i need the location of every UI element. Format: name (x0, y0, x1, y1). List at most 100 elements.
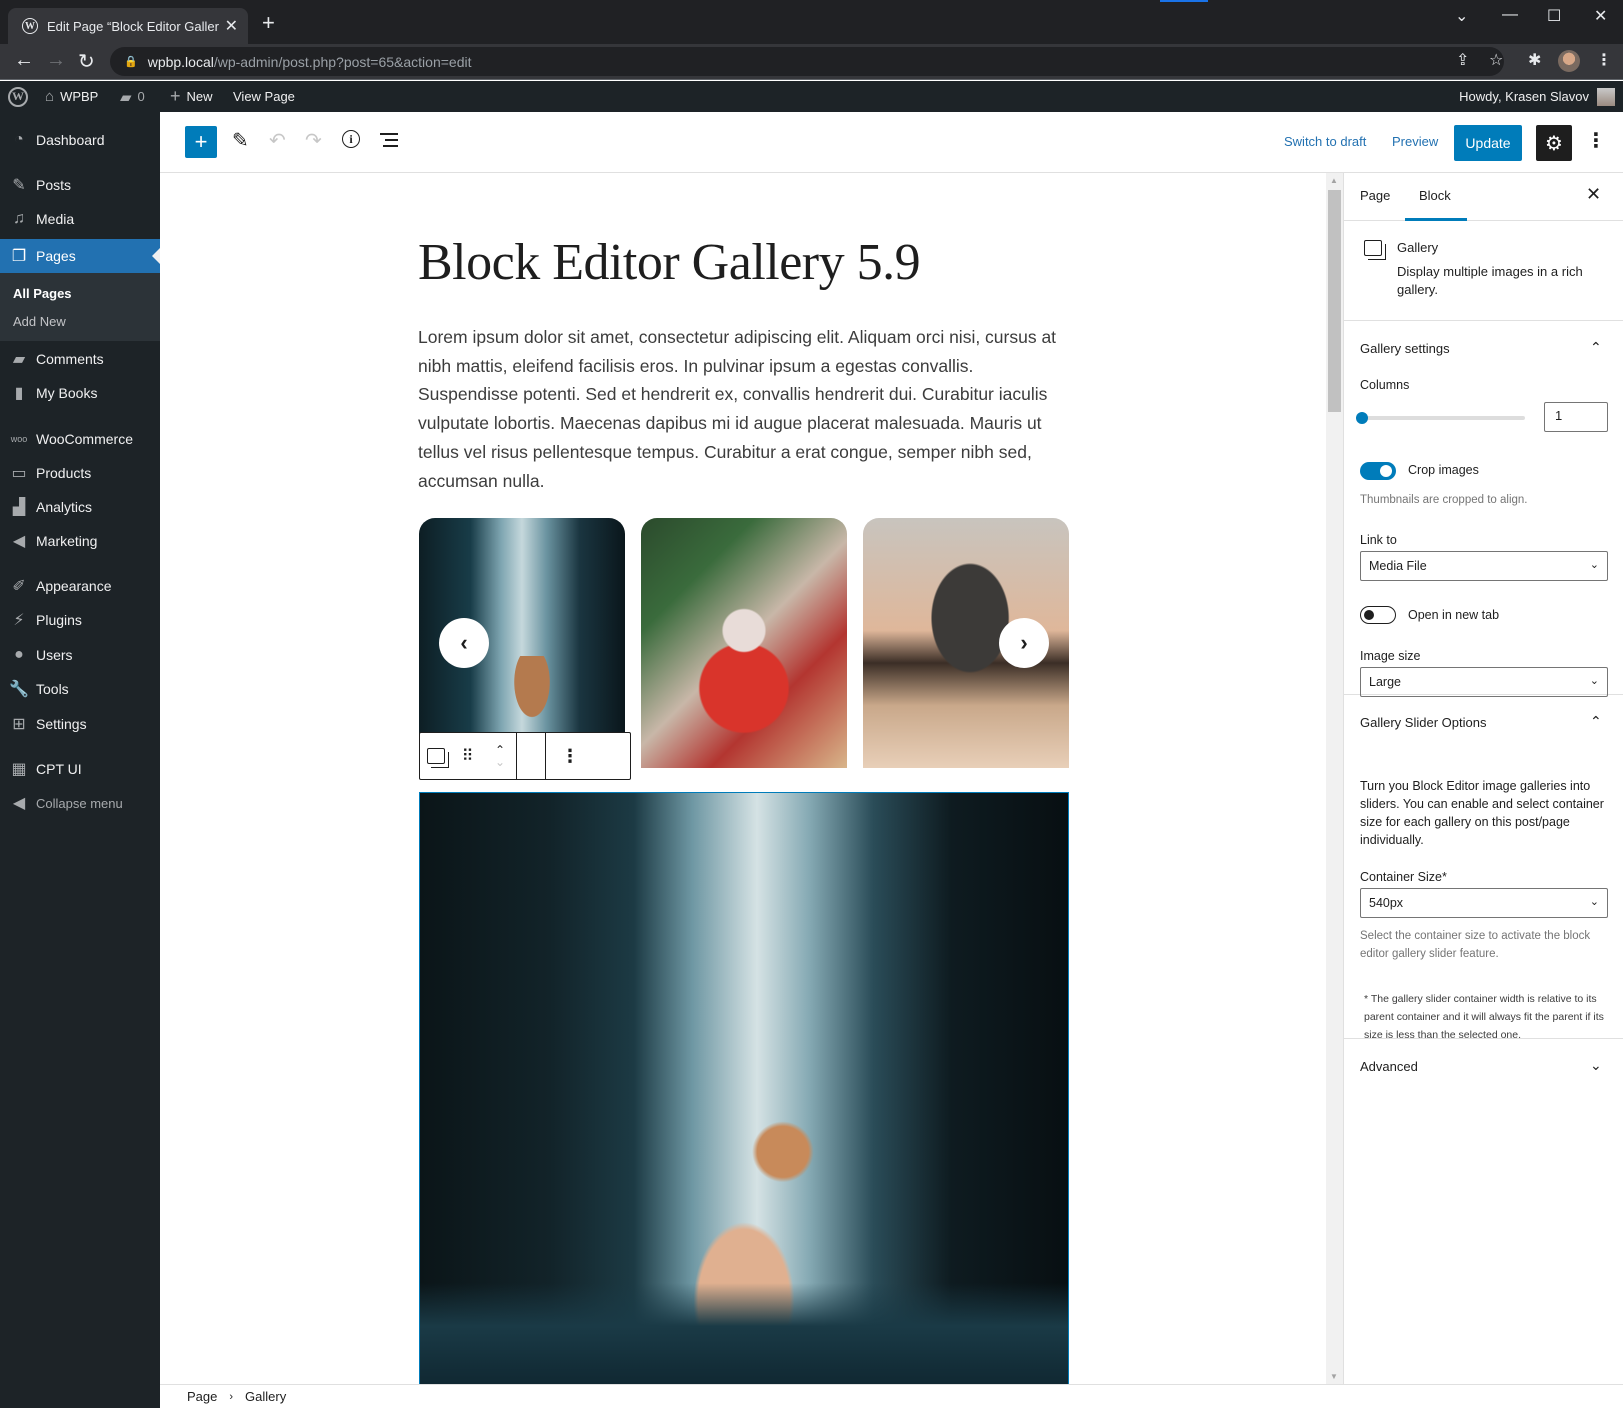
url-input[interactable]: 🔒 wpbp.local /wp-admin/post.php?post=65&… (110, 47, 1504, 76)
columns-input[interactable]: 1 (1544, 402, 1608, 432)
chevron-down-icon[interactable]: ⌄ (1590, 1057, 1602, 1074)
share-icon[interactable]: ⇪ (1456, 50, 1469, 70)
link-to-value: Media File (1369, 559, 1427, 573)
menu-item-my-books[interactable]: ▮ My Books (0, 376, 160, 410)
submenu-all-pages[interactable]: All Pages (13, 286, 72, 301)
menu-item-pages[interactable]: ❐ Pages (0, 239, 160, 273)
block-toolbar: ⠿ ⌃ ⌄ ⋮ (419, 732, 631, 780)
breadcrumb-gallery[interactable]: Gallery (245, 1389, 286, 1404)
new-content-link[interactable]: + New (170, 81, 213, 112)
close-sidebar-icon[interactable]: ✕ (1586, 184, 1601, 205)
block-toolbar-group-main: ⠿ ⌃ ⌄ (420, 733, 517, 779)
maximize-icon[interactable]: ☐ (1547, 6, 1561, 26)
minimize-icon[interactable]: — (1502, 6, 1518, 24)
post-title[interactable]: Block Editor Gallery 5.9 (418, 233, 921, 292)
switch-to-draft-button[interactable]: Switch to draft (1284, 134, 1366, 149)
image-size-select[interactable]: Large ⌄ (1360, 667, 1608, 697)
collapse-menu-button[interactable]: ◀ Collapse menu (0, 786, 160, 820)
comments-link[interactable]: ▰ 0 (120, 81, 145, 112)
slider-prev-button[interactable]: ‹ (439, 618, 489, 668)
editor-header: + ✎ ↶ ↷ i Switch to draft Preview Update… (160, 112, 1623, 173)
paragraph-block[interactable]: Lorem ipsum dolor sit amet, consectetur … (418, 323, 1068, 495)
tab-block[interactable]: Block (1405, 188, 1467, 221)
gear-icon: ⚙ (1545, 132, 1563, 155)
account-menu[interactable]: Howdy, Krasen Slavov (1459, 81, 1615, 112)
gallery-image-gifts[interactable] (641, 518, 847, 768)
menu-item-tools[interactable]: 🔧 Tools (0, 672, 160, 706)
menu-item-settings[interactable]: ⊞ Settings (0, 707, 160, 741)
align-wide-icon[interactable] (523, 752, 539, 761)
gallery-large-image[interactable] (419, 792, 1069, 1384)
forward-icon[interactable]: → (46, 49, 66, 72)
menu-item-posts[interactable]: ✎ Posts (0, 168, 160, 202)
panel-title[interactable]: Gallery settings (1360, 341, 1450, 356)
link-to-select[interactable]: Media File ⌄ (1360, 551, 1608, 581)
menu-item-marketing[interactable]: ◀ Marketing (0, 524, 160, 558)
more-options-icon[interactable]: ⋮ (554, 746, 586, 767)
menu-item-media[interactable]: ♫ Media (0, 202, 160, 236)
extensions-icon[interactable]: ✱ (1528, 50, 1541, 70)
preview-button[interactable]: Preview (1392, 134, 1438, 149)
scrollbar-thumb[interactable] (1328, 190, 1341, 412)
menu-item-users[interactable]: ● Users (0, 638, 160, 672)
site-name-link[interactable]: ⌂ WPBP (45, 81, 98, 112)
close-tab-icon[interactable]: ✕ (225, 16, 238, 36)
pages-submenu: All Pages Add New (0, 273, 160, 341)
lock-icon: 🔒 (124, 56, 138, 68)
columns-slider-thumb[interactable] (1356, 412, 1368, 424)
new-tab-button[interactable]: + (262, 10, 275, 36)
chevron-up-icon[interactable]: ⌃ (1590, 713, 1602, 730)
book-icon: ▮ (14, 385, 24, 402)
container-size-select[interactable]: 540px ⌄ (1360, 888, 1608, 918)
drag-handle-icon[interactable]: ⠿ (452, 746, 484, 766)
menu-label: Dashboard (36, 132, 105, 148)
chevron-down-icon: ⌄ (1589, 896, 1599, 908)
menu-item-plugins[interactable]: ⚡ Plugins (0, 603, 160, 637)
panel-title[interactable]: Gallery Slider Options (1360, 715, 1486, 730)
back-icon[interactable]: ← (14, 49, 34, 72)
editor-scrollbar[interactable]: ▲ ▼ (1326, 173, 1343, 1384)
tab-search-icon[interactable]: ⌄ (1455, 6, 1468, 26)
menu-item-comments[interactable]: ▰ Comments (0, 342, 160, 376)
reload-icon[interactable]: ↻ (78, 49, 95, 74)
scroll-down-arrow-icon[interactable]: ▼ (1330, 1372, 1338, 1381)
breadcrumb-page[interactable]: Page (187, 1389, 217, 1404)
move-down-icon[interactable]: ⌄ (495, 756, 505, 768)
options-menu-icon[interactable]: ⋮ (1586, 128, 1606, 153)
menu-item-cpt-ui[interactable]: ▦ CPT UI (0, 752, 160, 786)
block-inserter-button[interactable]: + (185, 126, 217, 158)
chevron-left-icon: ‹ (460, 630, 468, 655)
woo-icon: woo (10, 434, 28, 444)
menu-item-dashboard[interactable]: ◔ Dashboard (0, 123, 160, 157)
tab-page[interactable]: Page (1360, 188, 1390, 203)
block-type-switcher[interactable] (420, 748, 452, 768)
redo-icon[interactable]: ↷ (305, 128, 322, 153)
columns-slider[interactable] (1360, 416, 1525, 420)
bookmark-star-icon[interactable]: ☆ (1489, 50, 1503, 70)
block-card: Gallery Display multiple images in a ric… (1344, 221, 1623, 321)
details-info-icon[interactable]: i (342, 130, 360, 148)
submenu-add-new[interactable]: Add New (13, 314, 66, 329)
menu-item-woocommerce[interactable]: woo WooCommerce (0, 422, 160, 456)
menu-item-products[interactable]: ▭ Products (0, 456, 160, 490)
menu-item-appearance[interactable]: ✐ Appearance (0, 569, 160, 603)
open-new-tab-toggle[interactable] (1360, 606, 1396, 624)
browser-tab[interactable]: W Edit Page “Block Editor Gallery 5.9 ✕ (8, 8, 248, 44)
panel-title[interactable]: Advanced (1360, 1059, 1418, 1074)
close-window-icon[interactable]: ✕ (1594, 6, 1607, 26)
view-page-link[interactable]: View Page (233, 81, 295, 112)
chevron-up-icon[interactable]: ⌃ (1590, 339, 1602, 356)
menu-item-analytics[interactable]: ▟ Analytics (0, 490, 160, 524)
profile-avatar[interactable] (1558, 50, 1580, 72)
list-view-icon[interactable] (380, 133, 398, 151)
update-button[interactable]: Update (1454, 125, 1522, 161)
undo-icon[interactable]: ↶ (269, 128, 286, 153)
edit-tool-icon[interactable]: ✎ (232, 128, 249, 153)
scroll-up-arrow-icon[interactable]: ▲ (1330, 176, 1338, 185)
wp-logo-menu[interactable]: W (8, 81, 28, 112)
block-toolbar-group-align (517, 733, 546, 779)
slider-next-button[interactable]: › (999, 618, 1049, 668)
browser-menu-icon[interactable]: ⋮ (1596, 50, 1612, 70)
settings-toggle-button[interactable]: ⚙ (1536, 125, 1572, 161)
crop-images-toggle[interactable] (1360, 462, 1396, 480)
